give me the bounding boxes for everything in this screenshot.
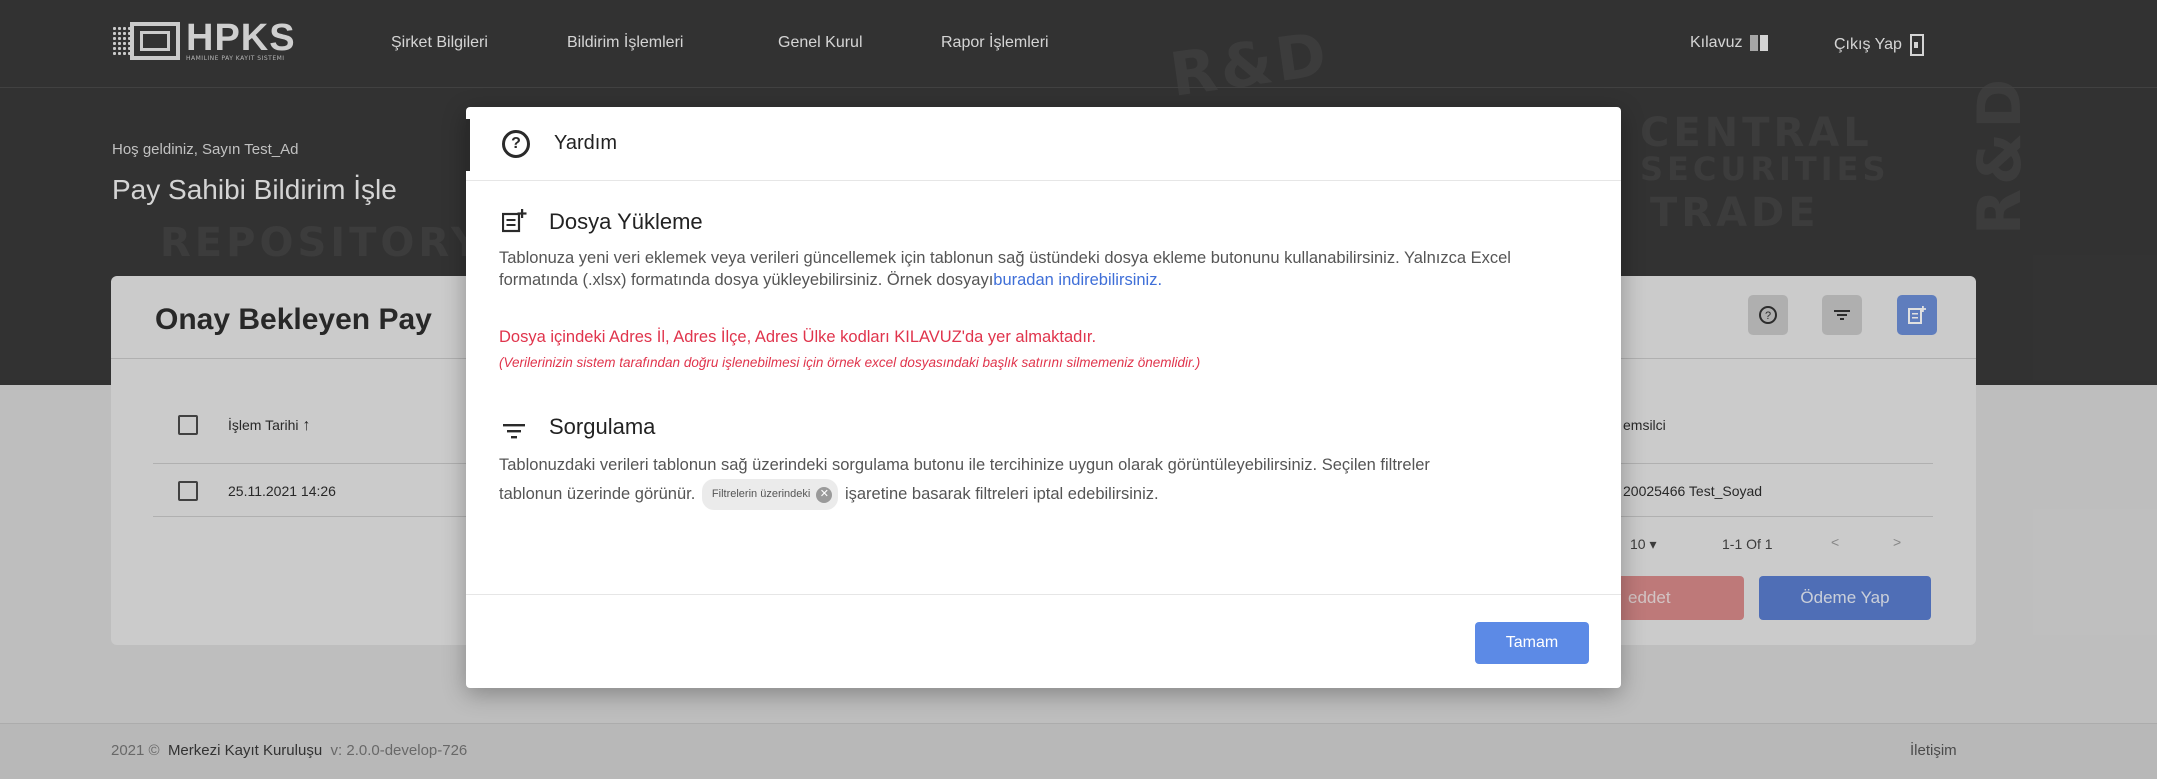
- file-add-icon: [502, 209, 527, 233]
- upload-section-title: Dosya Yükleme: [549, 209, 703, 234]
- address-codes-note: Dosya içindeki Adres İl, Adres İlçe, Adr…: [499, 328, 1097, 346]
- help-circle-icon: ?: [502, 130, 530, 158]
- filter-chip: Filtrelerin üzerindeki ✕: [701, 479, 839, 510]
- help-dialog: ? Yardım Dosya Yükleme Tablonuza yeni ve…: [466, 107, 1621, 688]
- dialog-footer-divider: [466, 594, 1621, 595]
- query-section-title: Sorgulama: [549, 414, 656, 439]
- header-row-warning: (Verilerinizin sistem tarafından doğru i…: [499, 355, 1201, 370]
- dialog-header: ? Yardım: [466, 107, 1621, 181]
- filter-icon: [503, 424, 525, 439]
- close-icon: ✕: [816, 486, 833, 503]
- sample-file-link[interactable]: buradan indirebilirsiniz.: [993, 271, 1162, 289]
- upload-description: Tablonuza yeni veri eklemek veya veriler…: [499, 249, 1511, 289]
- dialog-title: Yardım: [554, 132, 617, 154]
- header-accent-bar: [466, 119, 470, 171]
- query-description: Tablonuzdaki verileri tablonun sağ üzeri…: [499, 452, 1459, 510]
- ok-button[interactable]: Tamam: [1475, 622, 1589, 664]
